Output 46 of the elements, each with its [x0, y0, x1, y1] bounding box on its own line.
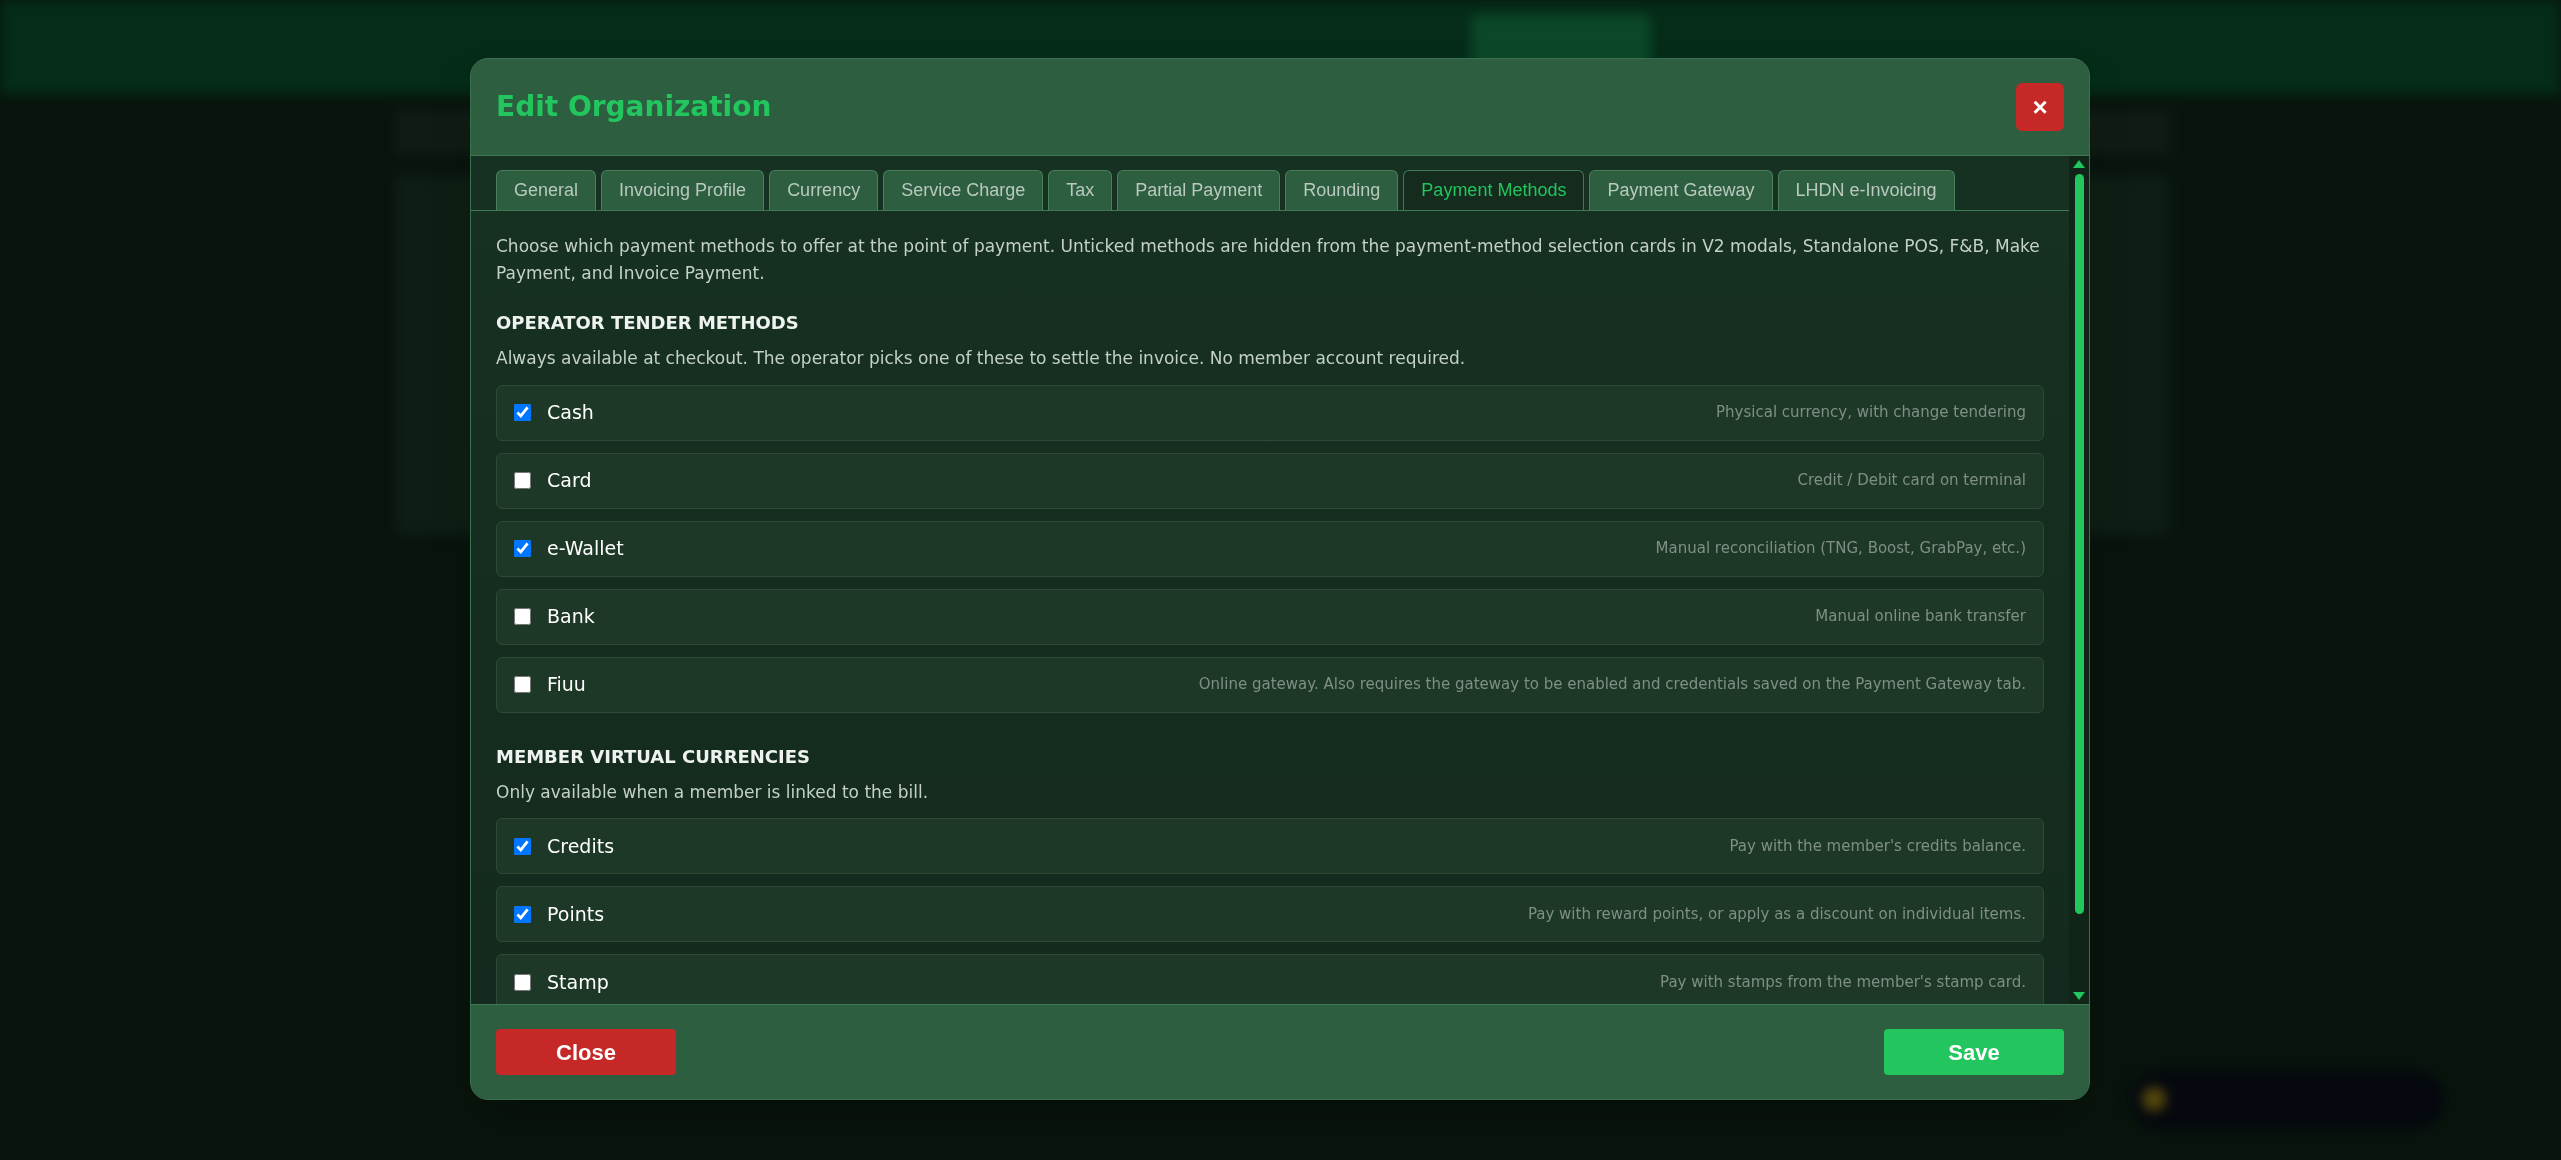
- method-description: Pay with the member's credits balance.: [1729, 835, 2026, 857]
- tab[interactable]: Currency: [769, 170, 879, 210]
- method-description: Manual reconciliation (TNG, Boost, GrabPay, etc.): [1655, 538, 2026, 560]
- close-button[interactable]: ×: [2016, 83, 2064, 131]
- scroll-down-icon[interactable]: [2073, 992, 2085, 1000]
- method-name: Card: [547, 468, 592, 494]
- method-description: Manual online bank transfer: [1815, 606, 2026, 628]
- section-heading: OPERATOR TENDER METHODS: [496, 311, 800, 335]
- tab[interactable]: Partial Payment: [1117, 170, 1281, 210]
- tab[interactable]: Service Charge: [883, 170, 1044, 210]
- tab[interactable]: Tax: [1048, 170, 1113, 210]
- tab[interactable]: LHDN e-Invoicing: [1777, 170, 1955, 210]
- checkbox[interactable]: [514, 676, 531, 693]
- method-description: Credit / Debit card on terminal: [1797, 470, 2026, 492]
- method-name: Bank: [547, 604, 595, 630]
- method-description: Pay with stamps from the member's stamp card.: [1660, 971, 2026, 993]
- section-heading: MEMBER VIRTUAL CURRENCIES: [496, 744, 812, 769]
- save-button[interactable]: Save: [1884, 1029, 2064, 1075]
- checkbox[interactable]: [514, 837, 531, 855]
- tab[interactable]: Payment Gateway: [1589, 170, 1773, 210]
- method-name: Points: [547, 901, 605, 927]
- method-description: Physical currency, with change tendering: [1716, 402, 2026, 424]
- method-description: Pay with reward points, or apply as a discount on individual items.: [1527, 903, 2026, 925]
- checkbox[interactable]: [514, 472, 531, 489]
- method-name: e-Wallet: [547, 536, 624, 562]
- tab[interactable]: Rounding: [1285, 170, 1399, 210]
- intro-text: Choose which payment methods to offer at the point of payment. Unticked methods are hidden from the payment-method selection cards in V2 modals, Standalone POS, F&B, Make Payment, and Invoice Payment.: [496, 235, 2041, 285]
- tab[interactable]: General: [496, 170, 597, 210]
- checkbox[interactable]: [514, 973, 531, 991]
- method-name: Credits: [547, 833, 615, 859]
- dialog-title: Edit Organization: [496, 89, 772, 125]
- checkbox[interactable]: [514, 404, 531, 421]
- section-description: Always available at checkout. The operator picks one of these to settle the invoice. No member account required.: [496, 347, 1467, 370]
- section-description: Only available when a member is linked to the bill.: [496, 780, 930, 804]
- scrollbar[interactable]: [2069, 156, 2089, 1004]
- checkbox[interactable]: [514, 540, 531, 557]
- tab[interactable]: Payment Methods: [1403, 170, 1585, 210]
- scroll-up-icon[interactable]: [2073, 160, 2085, 168]
- method-description: Online gateway. Also requires the gateway to be enabled and credentials saved on the Payment Gateway tab.: [1198, 674, 2026, 696]
- method-name: Fiuu: [547, 672, 586, 698]
- tab[interactable]: Invoicing Profile: [601, 170, 765, 210]
- checkbox[interactable]: [514, 608, 531, 625]
- checkbox[interactable]: [514, 905, 531, 923]
- method-name: Cash: [547, 400, 594, 426]
- close-button[interactable]: Close: [496, 1029, 676, 1075]
- method-name: Stamp: [547, 969, 609, 995]
